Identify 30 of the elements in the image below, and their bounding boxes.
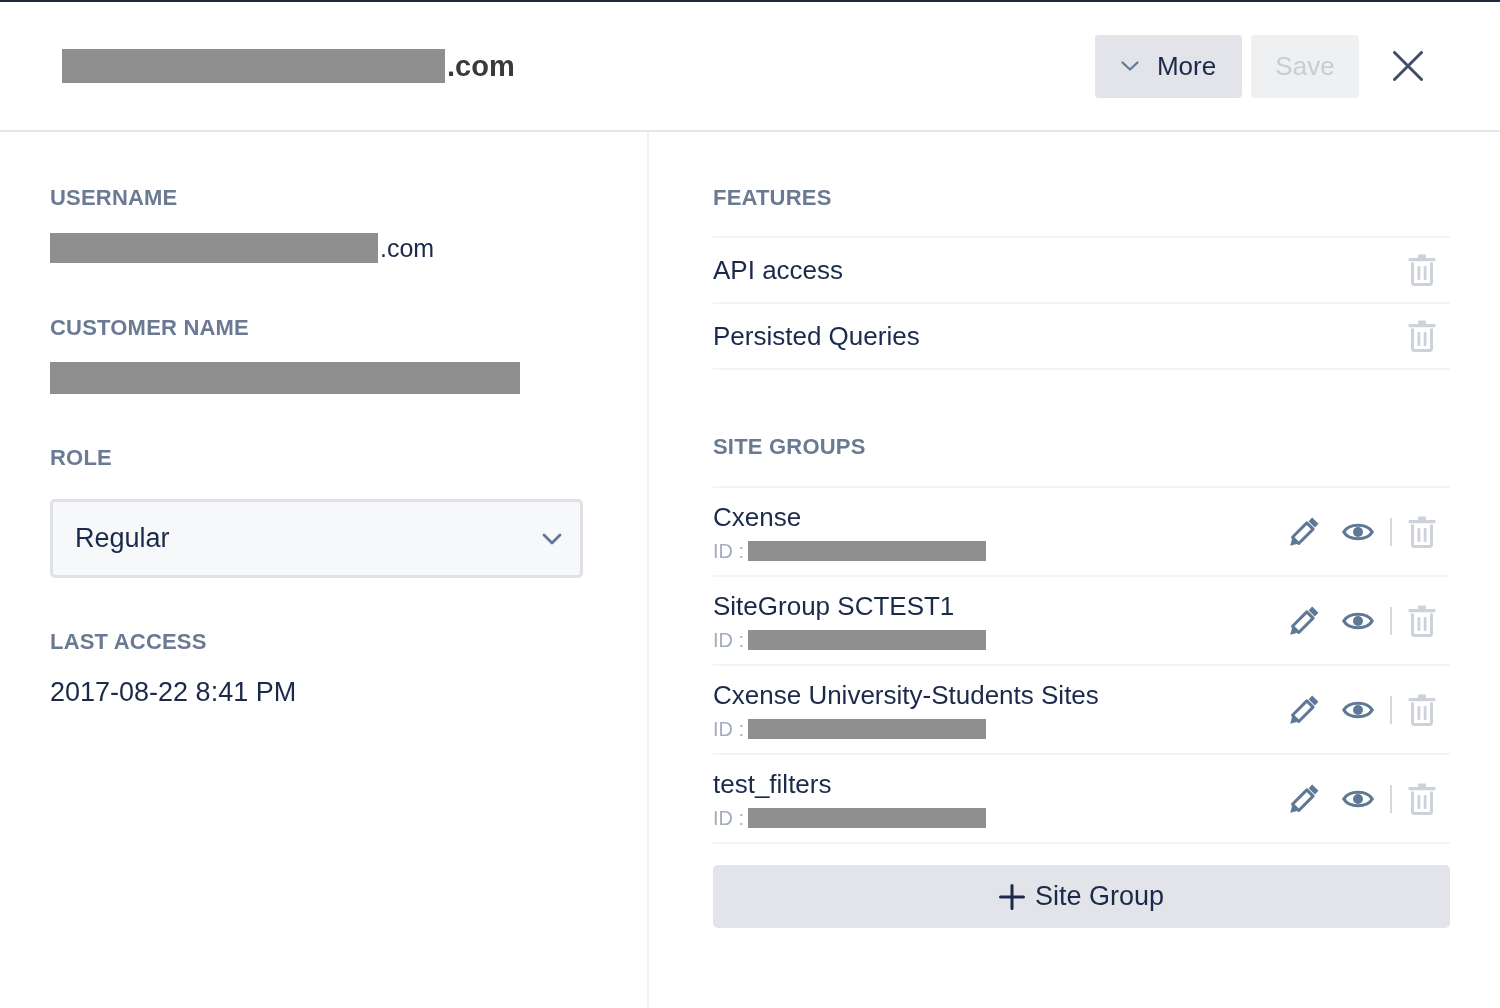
site-group-name: Cxense University-Students Sites [713,678,1099,711]
field-label: USERNAME [50,184,178,212]
id-label: ID : [713,716,745,741]
field-label: CUSTOMER NAME [50,314,249,342]
id-label: ID : [713,538,745,563]
id-label: ID : [713,627,745,652]
pencil-icon[interactable] [1289,694,1320,725]
feature-name: API access [713,254,844,286]
pencil-icon[interactable] [1289,783,1320,814]
field-label: LAST ACCESS [50,628,207,656]
feature-name: Persisted Queries [713,320,920,352]
site-group-name: test_filters [713,767,832,800]
site-group-name: SiteGroup SCTEST1 [713,589,955,622]
close-icon[interactable] [1393,51,1423,81]
section-heading: SITE GROUPS [713,433,866,461]
id-label: ID : [713,805,745,830]
site-group-name: Cxense [713,500,802,533]
field-value: 2017-08-22 8:41 PM [50,676,297,708]
caret-icon [1120,61,1139,71]
pencil-icon[interactable] [1289,605,1320,636]
add-site-group-button[interactable]: Site Group [713,865,1450,928]
more-button[interactable]: More [1095,34,1242,98]
field-value: .com [380,233,435,264]
field-label: ROLE [50,444,112,472]
plus-icon [998,883,1025,910]
chevron-down-icon [542,532,562,545]
window-title: .com [447,49,515,83]
pencil-icon[interactable] [1289,516,1320,547]
role-select[interactable]: Regular [50,499,583,578]
section-heading: FEATURES [713,184,832,212]
